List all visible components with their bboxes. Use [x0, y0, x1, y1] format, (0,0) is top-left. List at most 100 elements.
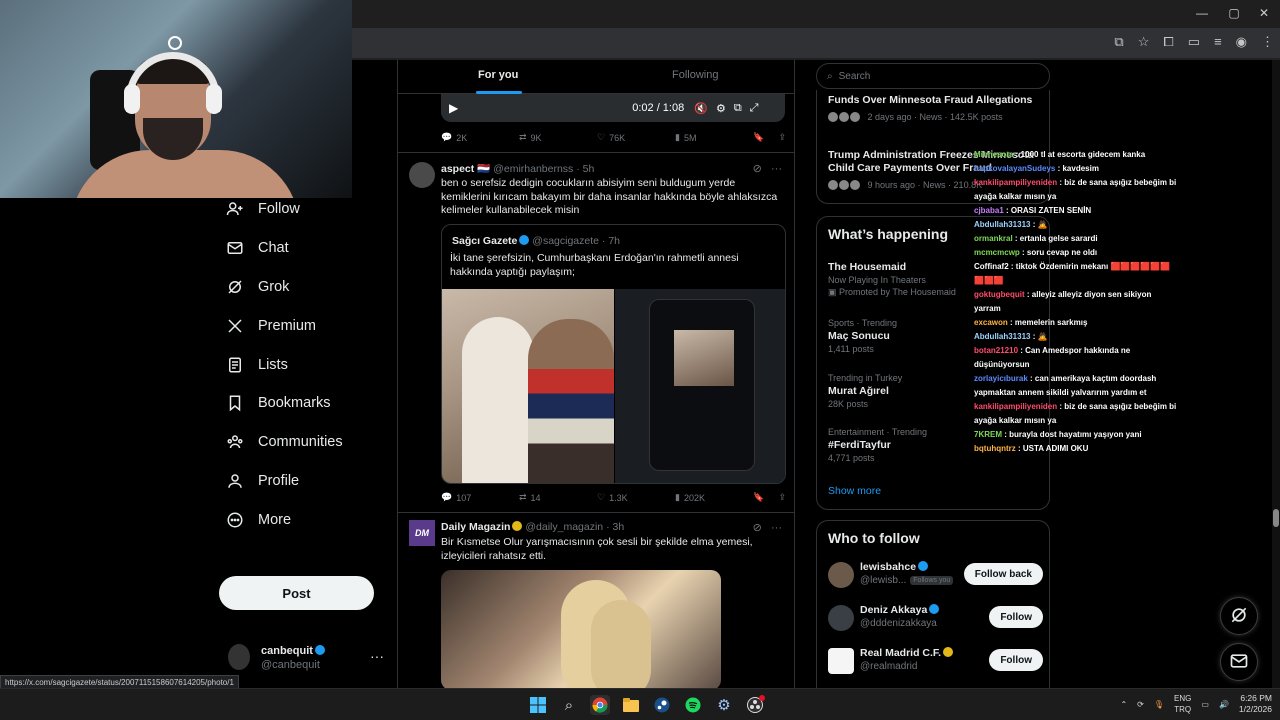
steam-icon[interactable]: [652, 695, 672, 715]
quote-photo-1[interactable]: [442, 289, 614, 483]
tweet-time[interactable]: · 5h: [576, 163, 594, 175]
sidebar-item-lists[interactable]: Lists: [218, 345, 388, 384]
bookmark-icon[interactable]: 🔖: [753, 132, 764, 143]
stream-chat-overlay: Minnesota : 1000 tl at escorta gidecem k…: [974, 148, 1180, 456]
mail-icon: [1229, 651, 1249, 674]
network-icon[interactable]: ▭: [1201, 700, 1209, 709]
close-icon[interactable]: ✕: [1254, 6, 1274, 20]
quote-photo-2[interactable]: [615, 289, 785, 483]
input-language[interactable]: ENG TRQ: [1174, 693, 1191, 715]
photo-figure: [462, 317, 534, 483]
like-button[interactable]: ♡ 1.3K: [597, 492, 675, 503]
person-icon: [226, 472, 244, 490]
browser-menu-icon[interactable]: ⋮: [1261, 34, 1274, 50]
follow-back-button[interactable]: Follow back: [963, 563, 1043, 585]
repost-button[interactable]: ⇄ 9K: [519, 132, 597, 143]
views-button[interactable]: ▮ 202K: [675, 492, 753, 503]
settings-icon[interactable]: ⚙: [714, 695, 734, 715]
follow-button[interactable]: Follow: [989, 649, 1043, 671]
sidebar-item-follow[interactable]: Follow: [218, 190, 388, 229]
follow-suggestion[interactable]: Real Madrid C.F. @realmadrid Follow: [828, 646, 1043, 676]
chrome-icon[interactable]: [590, 695, 610, 715]
grok-icon[interactable]: ⊘: [753, 522, 762, 534]
file-explorer-icon[interactable]: [621, 695, 641, 715]
bookmark-icon[interactable]: 🔖: [753, 492, 764, 503]
profile-avatar-icon[interactable]: ◉: [1236, 34, 1247, 50]
microphone-icon[interactable]: 🎙: [1154, 700, 1164, 709]
bookmark-star-icon[interactable]: ☆: [1138, 34, 1150, 50]
views-button[interactable]: ▮ 5M: [675, 132, 753, 143]
share-icon[interactable]: ⇪: [778, 132, 786, 143]
reply-button[interactable]: 💬 107: [441, 492, 519, 503]
author-handle[interactable]: @emirhanbernss: [493, 163, 573, 175]
video-controls: ▶ 0:02 / 1:08 🔇 ⚙ ⧉ ⤢: [441, 98, 785, 118]
mail-icon: [226, 239, 244, 257]
chat-message: kankilipampiliyeniden : biz de sana aşığ…: [974, 178, 1177, 201]
search-icon[interactable]: ⌕: [559, 695, 579, 715]
sidebar-item-more[interactable]: More: [218, 500, 388, 539]
chat-message: Abdullah31313 : 🙇: [974, 332, 1048, 341]
media-control-icon[interactable]: ≡: [1214, 34, 1222, 50]
mute-icon[interactable]: 🔇: [694, 102, 708, 115]
like-button[interactable]: ♡ 76K: [597, 132, 675, 143]
sidebar-item-chat[interactable]: Chat: [218, 229, 388, 268]
search-input[interactable]: ⌕ Search: [816, 63, 1050, 89]
chat-username: cjbaba1: [974, 206, 1004, 215]
more-dots-icon[interactable]: ···: [370, 648, 384, 664]
chat-text: kavdesim: [1062, 164, 1099, 173]
settings-icon[interactable]: ⚙: [716, 102, 726, 115]
split-view-icon[interactable]: ▭: [1188, 34, 1200, 50]
sidebar-item-grok[interactable]: Grok: [218, 268, 388, 307]
fullscreen-icon[interactable]: ⤢: [750, 102, 759, 115]
more-dots-icon[interactable]: ···: [771, 522, 782, 534]
account-switcher[interactable]: canbequit @canbequit ···: [228, 644, 388, 674]
author-name[interactable]: aspect: [441, 163, 474, 175]
follow-button[interactable]: Follow: [989, 606, 1043, 628]
extensions-icon[interactable]: ⧠: [1163, 34, 1173, 50]
play-icon[interactable]: ▶: [449, 101, 458, 115]
avatar[interactable]: DM: [409, 520, 435, 546]
show-more-link[interactable]: Show more: [828, 485, 881, 497]
reply-button[interactable]: 💬 2K: [441, 132, 519, 143]
author-name[interactable]: Daily Magazin: [441, 521, 510, 533]
tweet-video[interactable]: [441, 570, 721, 688]
maximize-icon[interactable]: ▢: [1224, 6, 1244, 20]
sidebar-item-bookmarks[interactable]: Bookmarks: [218, 384, 388, 423]
obs-icon[interactable]: [745, 695, 765, 715]
volume-icon[interactable]: 🔊: [1219, 700, 1229, 709]
more-dots-icon[interactable]: ···: [771, 163, 782, 175]
sidebar-item-premium[interactable]: Premium: [218, 306, 388, 345]
browser-titlebar: — ▢ ✕: [352, 0, 1280, 28]
pip-icon[interactable]: ⧉: [734, 102, 742, 115]
clock[interactable]: 6:26 PM 1/2/2026: [1239, 693, 1272, 715]
tray-overflow-icon[interactable]: ⌃: [1120, 700, 1127, 709]
tab-following[interactable]: Following: [672, 69, 718, 81]
grok-float-button[interactable]: [1220, 597, 1258, 635]
tab-for-you[interactable]: For you: [478, 69, 518, 81]
scrollbar[interactable]: [1272, 60, 1280, 688]
timeline: ▶ 0:02 / 1:08 🔇 ⚙ ⧉ ⤢ For you Following …: [397, 60, 795, 688]
minimize-icon[interactable]: —: [1192, 6, 1212, 20]
avatar[interactable]: [409, 162, 435, 188]
news-title[interactable]: Funds Over Minnesota Fraud Allegations: [828, 94, 1043, 107]
post-button[interactable]: Post: [219, 576, 374, 610]
spotify-icon[interactable]: [683, 695, 703, 715]
scrollbar-thumb[interactable]: [1273, 509, 1279, 527]
tweet-time[interactable]: · 3h: [606, 521, 624, 533]
sidebar-item-communities[interactable]: Communities: [218, 423, 388, 462]
quote-tweet[interactable]: Sağcı Gazete @sagcigazete · 7h İki tane …: [441, 224, 786, 484]
grok-icon[interactable]: ⊘: [753, 163, 762, 175]
install-app-icon[interactable]: ⧉: [1114, 34, 1123, 50]
windows-start-icon[interactable]: [528, 695, 548, 715]
follow-suggestion[interactable]: Deniz Akkaya @dddenizakkaya Follow: [828, 603, 1043, 633]
share-icon[interactable]: ⇪: [778, 492, 786, 503]
messages-float-button[interactable]: [1220, 643, 1258, 681]
avatar: [828, 112, 838, 122]
repost-button[interactable]: ⇄ 14: [519, 492, 597, 503]
avatar: [850, 112, 860, 122]
follow-suggestion[interactable]: lewisbahce @lewisb... Follows you Follow …: [828, 560, 1043, 590]
video-figure: [591, 600, 651, 688]
author-handle[interactable]: @daily_magazin: [525, 521, 603, 533]
sidebar-item-profile[interactable]: Profile: [218, 462, 388, 501]
sync-icon[interactable]: ⟳: [1137, 700, 1144, 709]
